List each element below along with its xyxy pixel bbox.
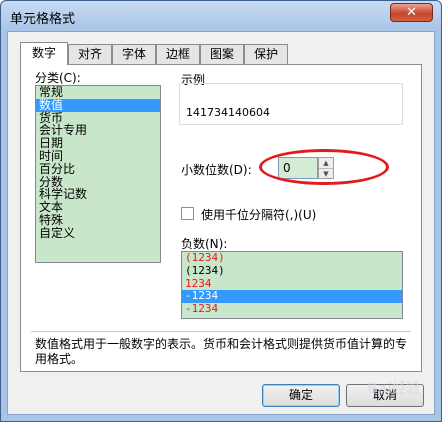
annotation-ellipse	[259, 149, 389, 185]
category-item-special[interactable]: 特殊	[36, 214, 160, 227]
category-list[interactable]: 常规 数值 货币 会计专用 日期 时间 百分比 分数 科学记数 文本 特殊 自定…	[35, 85, 161, 263]
sample-group: 141734140604	[179, 83, 403, 125]
thousands-separator-checkbox[interactable]	[181, 207, 194, 220]
category-item-percentage[interactable]: 百分比	[36, 162, 160, 176]
tab-border[interactable]: 边框	[156, 44, 200, 64]
decimal-places-label: 小数位数(D):	[181, 163, 252, 177]
dialog-title: 单元格格式	[10, 12, 76, 27]
category-label: 分类(C):	[35, 71, 81, 85]
ok-button[interactable]: 确定	[262, 384, 340, 407]
negative-format-item[interactable]: -1234	[182, 302, 402, 316]
watermark-logo: Bai经验	[367, 381, 420, 397]
negative-numbers-label: 负数(N):	[181, 237, 228, 251]
format-description: 数值格式用于一般数字的表示。货币和会计格式则提供货币值计算的专用格式。	[35, 337, 408, 366]
dialog-window: 单元格格式 ✕ 数字 对齐 字体 边框 图案 保护 分类(C): 常规 数值 货…	[0, 0, 442, 422]
close-button[interactable]: ✕	[390, 3, 433, 22]
number-tab-panel: 分类(C): 常规 数值 货币 会计专用 日期 时间 百分比 分数 科学记数 文…	[20, 64, 422, 372]
tab-font[interactable]: 字体	[112, 44, 156, 64]
category-item-number[interactable]: 数值	[36, 98, 160, 112]
category-item-time[interactable]: 时间	[36, 150, 160, 163]
negative-numbers-list[interactable]: (1234) (1234) 1234 -1234 -1234	[181, 251, 403, 319]
negative-format-item[interactable]: (1234)	[182, 252, 402, 265]
dialog-client-area: 数字 对齐 字体 边框 图案 保护 分类(C): 常规 数值 货币 会计专用 日…	[7, 31, 435, 415]
category-item-custom[interactable]: 自定义	[36, 226, 160, 240]
sample-value: 141734140604	[186, 106, 270, 119]
close-icon: ✕	[406, 5, 417, 20]
title-bar[interactable]: 单元格格式 ✕	[1, 1, 441, 31]
negative-format-item[interactable]: (1234)	[182, 264, 402, 278]
thousands-separator-label[interactable]: 使用千位分隔符(,)(U)	[201, 206, 316, 223]
separator	[31, 331, 411, 332]
tab-patterns[interactable]: 图案	[200, 44, 244, 64]
category-item-general[interactable]: 常规	[36, 86, 160, 99]
tab-number[interactable]: 数字	[20, 42, 68, 65]
tab-protection[interactable]: 保护	[244, 44, 288, 64]
tab-alignment[interactable]: 对齐	[68, 44, 112, 64]
